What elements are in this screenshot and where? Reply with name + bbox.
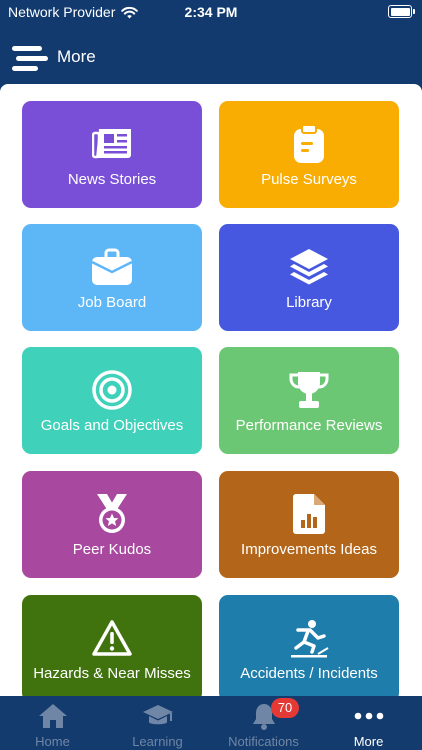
more-dots-icon	[316, 702, 421, 730]
tile-label: News Stories	[67, 171, 157, 188]
status-bar: Network Provider 2:34 PM	[0, 0, 422, 26]
tile-news-stories[interactable]: News Stories	[22, 101, 202, 208]
bottom-tab-bar: Home Learning 70 Notifications More	[0, 696, 422, 750]
tile-library[interactable]: Library	[219, 224, 399, 331]
battery-icon	[388, 5, 415, 18]
tile-label: Library	[286, 294, 332, 311]
notification-badge: 70	[271, 698, 299, 718]
tile-accidents-incidents[interactable]: Accidents / Incidents	[219, 595, 399, 696]
tile-peer-kudos[interactable]: Peer Kudos	[22, 471, 202, 578]
tile-hazards-near-misses[interactable]: Hazards & Near Misses	[22, 595, 202, 696]
tile-label: Job Board	[77, 294, 147, 311]
tile-label: Improvements Ideas	[241, 541, 377, 558]
tab-more[interactable]: More	[316, 696, 421, 750]
tile-label: Performance Reviews	[235, 417, 383, 434]
warning-icon	[22, 617, 202, 659]
home-icon	[0, 702, 105, 730]
medal-icon	[22, 493, 202, 535]
chart-document-icon	[219, 493, 399, 535]
trophy-icon	[219, 369, 399, 411]
tab-label: Home	[35, 734, 70, 749]
tile-label: Pulse Surveys	[261, 171, 357, 188]
tile-label: Accidents / Incidents	[240, 665, 378, 682]
newspaper-icon	[22, 123, 202, 165]
tab-label: More	[353, 734, 384, 749]
graduation-cap-icon	[105, 702, 210, 730]
tile-improvements-ideas[interactable]: Improvements Ideas	[219, 471, 399, 578]
tab-learning[interactable]: Learning	[105, 696, 210, 750]
slip-fall-icon	[219, 617, 399, 659]
briefcase-icon	[22, 246, 202, 288]
tile-label: Hazards & Near Misses	[33, 665, 191, 682]
clipboard-icon	[219, 123, 399, 165]
bell-icon	[211, 702, 316, 730]
status-time: 2:34 PM	[184, 4, 238, 20]
tile-pulse-surveys[interactable]: Pulse Surveys	[219, 101, 399, 208]
layers-icon	[219, 246, 399, 288]
tile-goals-and-objectives[interactable]: Goals and Objectives	[22, 347, 202, 454]
tab-home[interactable]: Home	[0, 696, 105, 750]
feature-grid: News Stories Pulse Surveys Job Board Lib…	[0, 84, 422, 696]
tile-performance-reviews[interactable]: Performance Reviews	[219, 347, 399, 454]
target-icon	[22, 369, 202, 411]
tab-label: Learning	[132, 734, 183, 749]
tile-label: Goals and Objectives	[40, 417, 184, 434]
app-header: More	[0, 34, 422, 80]
page-title: More	[57, 47, 96, 66]
tile-job-board[interactable]: Job Board	[22, 224, 202, 331]
tab-notifications[interactable]: 70 Notifications	[211, 696, 316, 750]
tab-label: Notifications	[228, 734, 299, 749]
tile-label: Peer Kudos	[72, 541, 152, 558]
menu-icon[interactable]	[10, 40, 50, 76]
